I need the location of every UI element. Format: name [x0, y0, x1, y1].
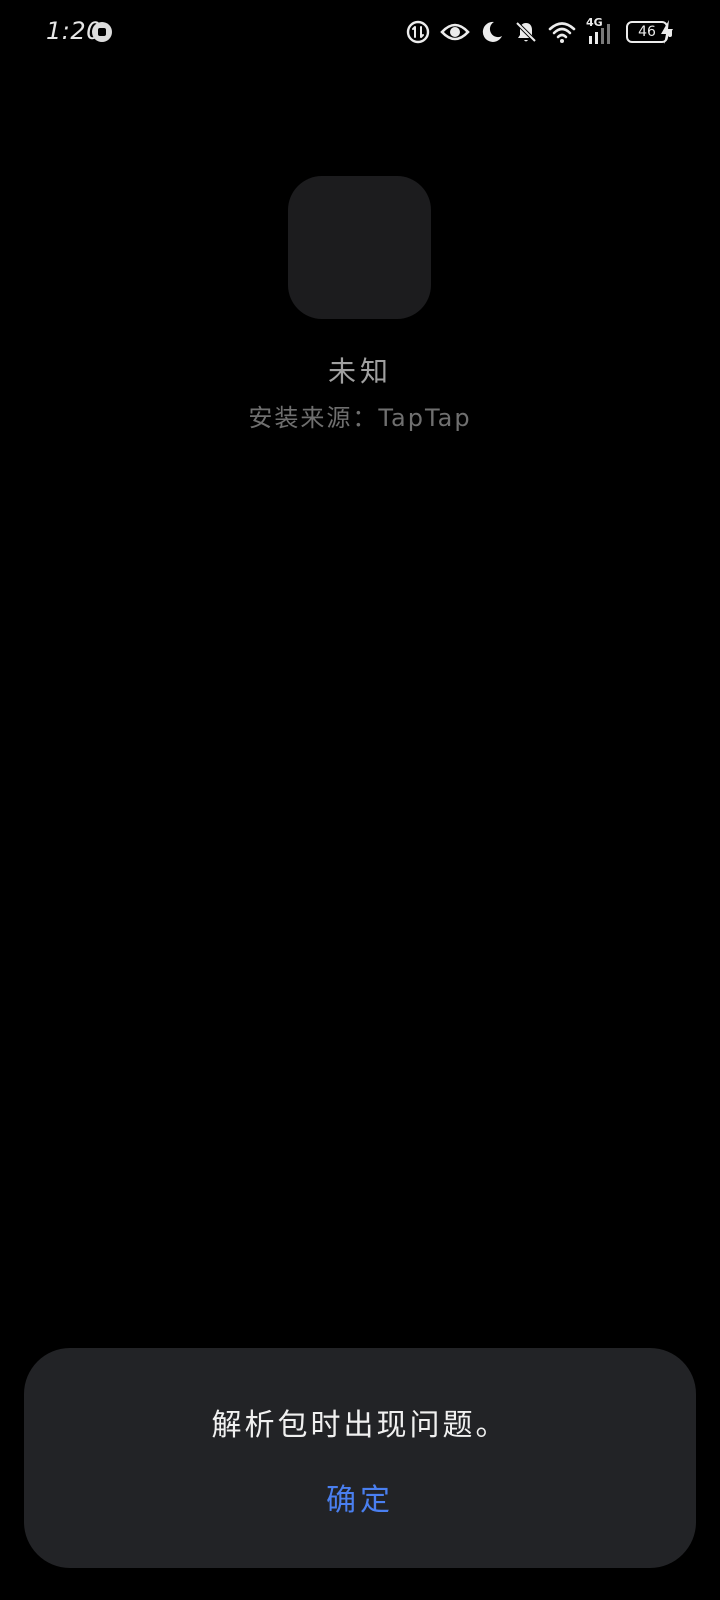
charging-bolt-icon [660, 20, 674, 48]
eye-comfort-icon [440, 20, 470, 44]
wifi-icon [548, 20, 576, 44]
cellular-signal-icon: 4G [586, 16, 616, 46]
installer-screen: 1:20 4G 46 未知 安装来源：TapTap 解析包时出现问题。 确定 [0, 0, 720, 1600]
status-icons: 4G 46 [406, 16, 672, 46]
notification-dot-icon [92, 22, 112, 42]
bell-muted-icon [514, 20, 538, 44]
battery-level: 46 [638, 24, 656, 40]
app-icon-placeholder [288, 176, 431, 319]
data-saver-icon [406, 20, 430, 44]
app-name: 未知 [327, 355, 392, 388]
error-dialog: 解析包时出现问题。 确定 [24, 1348, 696, 1568]
install-source: 安装来源：TapTap [248, 404, 472, 432]
dialog-message: 解析包时出现问题。 [211, 1408, 509, 1443]
do-not-disturb-moon-icon [480, 20, 504, 44]
status-bar: 1:20 4G 46 [0, 0, 720, 64]
confirm-button[interactable]: 确定 [300, 1462, 420, 1532]
